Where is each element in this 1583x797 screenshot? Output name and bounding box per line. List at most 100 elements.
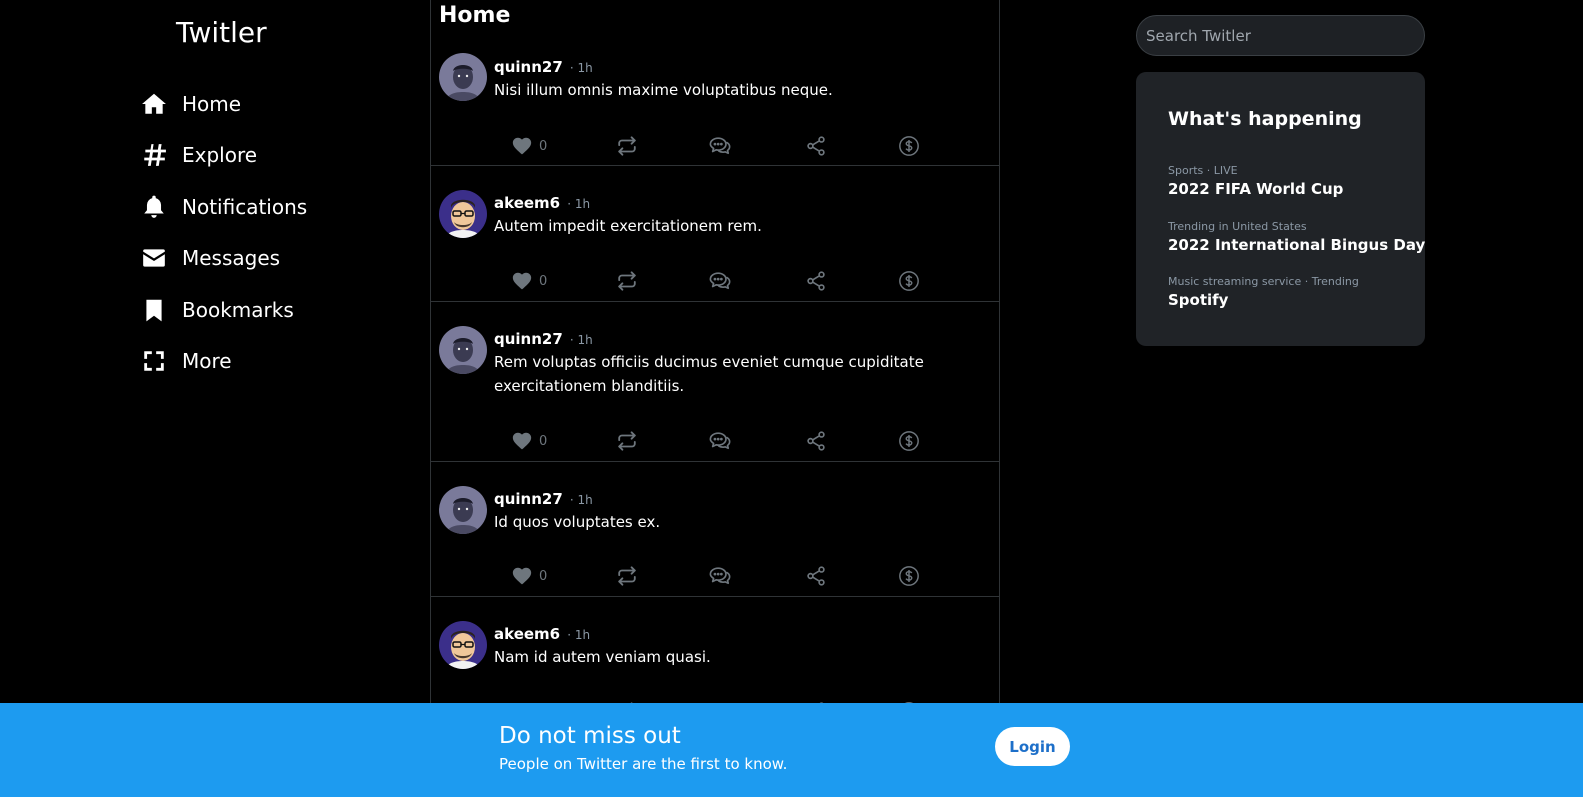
tip-button[interactable] <box>898 269 920 293</box>
trend-category: Trending in United States <box>1168 220 1307 233</box>
trends-title: What's happening <box>1168 108 1362 130</box>
trend-name: 2022 FIFA World Cup <box>1168 180 1344 198</box>
trend-name: Spotify <box>1168 291 1229 309</box>
retweet-icon <box>616 270 638 292</box>
sidebar-item-home[interactable]: Home <box>140 78 400 130</box>
tweet-text: Nam id autem veniam quasi. <box>494 648 711 666</box>
tweet-time: · 1h <box>567 197 591 211</box>
avatar[interactable] <box>439 621 487 669</box>
tweet-time: · 1h <box>569 493 593 507</box>
signup-banner: Do not miss out People on Twitter are th… <box>0 703 1583 797</box>
like-button[interactable]: 0 <box>511 429 547 453</box>
share-button[interactable] <box>805 269 827 293</box>
like-icon <box>511 565 533 587</box>
expand-icon <box>140 347 168 375</box>
tweet[interactable]: quinn27 · 1h Id quos voluptates ex. 0 <box>431 462 999 597</box>
like-button[interactable]: 0 <box>511 134 547 158</box>
home-icon <box>140 90 168 118</box>
like-count: 0 <box>539 433 548 449</box>
comment-button[interactable] <box>709 429 731 453</box>
trend-item[interactable]: Music streaming service · Trending Spoti… <box>1168 275 1418 309</box>
like-count: 0 <box>539 138 548 154</box>
retweet-button[interactable] <box>616 269 638 293</box>
app-logo-title[interactable]: Twitler <box>176 16 267 49</box>
sidebar-item-label: Home <box>182 91 242 116</box>
tweet-username[interactable]: quinn27 <box>494 58 563 76</box>
tweet-time: · 1h <box>567 628 591 642</box>
comment-icon <box>709 270 731 292</box>
tweet-header: quinn27 · 1h <box>494 489 593 508</box>
tweet-actions: 0 <box>511 429 971 453</box>
comment-icon <box>709 565 731 587</box>
tweet-header: akeem6 · 1h <box>494 193 590 212</box>
tweet-username[interactable]: akeem6 <box>494 625 560 643</box>
search-input[interactable] <box>1136 15 1425 56</box>
trends-panel: What's happening Sports · LIVE 2022 FIFA… <box>1136 72 1425 346</box>
share-button[interactable] <box>805 134 827 158</box>
comment-icon <box>709 135 731 157</box>
sidebar-item-label: Notifications <box>182 194 308 219</box>
tip-button[interactable] <box>898 564 920 588</box>
tip-icon <box>898 430 920 452</box>
like-button[interactable]: 0 <box>511 564 547 588</box>
tweet-header: akeem6 · 1h <box>494 624 590 643</box>
retweet-button[interactable] <box>616 429 638 453</box>
tip-button[interactable] <box>898 134 920 158</box>
like-icon <box>511 430 533 452</box>
login-button[interactable]: Login <box>995 727 1070 766</box>
trend-name: 2022 International Bingus Day <box>1168 236 1426 254</box>
tweet-text: Id quos voluptates ex. <box>494 513 661 531</box>
sidebar-item-label: Messages <box>182 246 281 271</box>
retweet-button[interactable] <box>616 564 638 588</box>
avatar[interactable] <box>439 53 487 101</box>
tweet-actions: 0 <box>511 269 971 293</box>
like-button[interactable]: 0 <box>511 269 547 293</box>
trend-item[interactable]: Trending in United States 2022 Internati… <box>1168 220 1426 254</box>
retweet-icon <box>616 135 638 157</box>
hashtag-icon <box>140 141 168 169</box>
share-button[interactable] <box>805 564 827 588</box>
sidebar-item-label: More <box>182 349 232 374</box>
tip-button[interactable] <box>898 429 920 453</box>
tweet[interactable]: quinn27 · 1h Rem voluptas officiis ducimu… <box>431 302 999 462</box>
sidebar-item-label: Explore <box>182 143 258 168</box>
bookmark-icon <box>140 296 168 324</box>
tweet-username[interactable]: akeem6 <box>494 194 560 212</box>
tweet[interactable]: akeem6 · 1h Autem impedit exercitationem … <box>431 166 999 302</box>
avatar[interactable] <box>439 326 487 374</box>
tweet[interactable]: quinn27 · 1h Nisi illum omnis maxime volu… <box>431 0 999 166</box>
tweet-header: quinn27 · 1h <box>494 57 593 76</box>
sidebar-item-notifications[interactable]: Notifications <box>140 181 400 233</box>
bell-icon <box>140 193 168 221</box>
share-button[interactable] <box>805 429 827 453</box>
comment-button[interactable] <box>709 269 731 293</box>
tweet-time: · 1h <box>569 61 593 75</box>
sidebar-item-explore[interactable]: Explore <box>140 130 400 182</box>
sidebar-item-more[interactable]: More <box>140 336 400 388</box>
comment-button[interactable] <box>709 134 731 158</box>
avatar[interactable] <box>439 190 487 238</box>
comment-button[interactable] <box>709 564 731 588</box>
tweet-username[interactable]: quinn27 <box>494 490 563 508</box>
share-icon <box>805 270 827 292</box>
trend-category: Sports · LIVE <box>1168 164 1238 177</box>
tip-icon <box>898 135 920 157</box>
like-count: 0 <box>539 568 548 584</box>
tweet-username[interactable]: quinn27 <box>494 330 563 348</box>
banner-title: Do not miss out <box>499 723 681 749</box>
sidebar-item-bookmarks[interactable]: Bookmarks <box>140 284 400 336</box>
tweet-actions: 0 <box>511 134 971 158</box>
timeline-feed[interactable]: Home quinn27 · 1h Nisi illum omnis maxime… <box>430 0 1000 797</box>
trend-category: Music streaming service · Trending <box>1168 275 1359 288</box>
avatar[interactable] <box>439 486 487 534</box>
tweet-text: Rem voluptas officiis ducimus eveniet cu… <box>494 353 924 395</box>
sidebar-item-label: Bookmarks <box>182 297 294 322</box>
retweet-button[interactable] <box>616 134 638 158</box>
tweet-header: quinn27 · 1h <box>494 329 593 348</box>
tip-icon <box>898 270 920 292</box>
sidebar-item-messages[interactable]: Messages <box>140 233 400 285</box>
like-count: 0 <box>539 273 548 289</box>
like-icon <box>511 135 533 157</box>
share-icon <box>805 430 827 452</box>
trend-item[interactable]: Sports · LIVE 2022 FIFA World Cup <box>1168 164 1418 198</box>
